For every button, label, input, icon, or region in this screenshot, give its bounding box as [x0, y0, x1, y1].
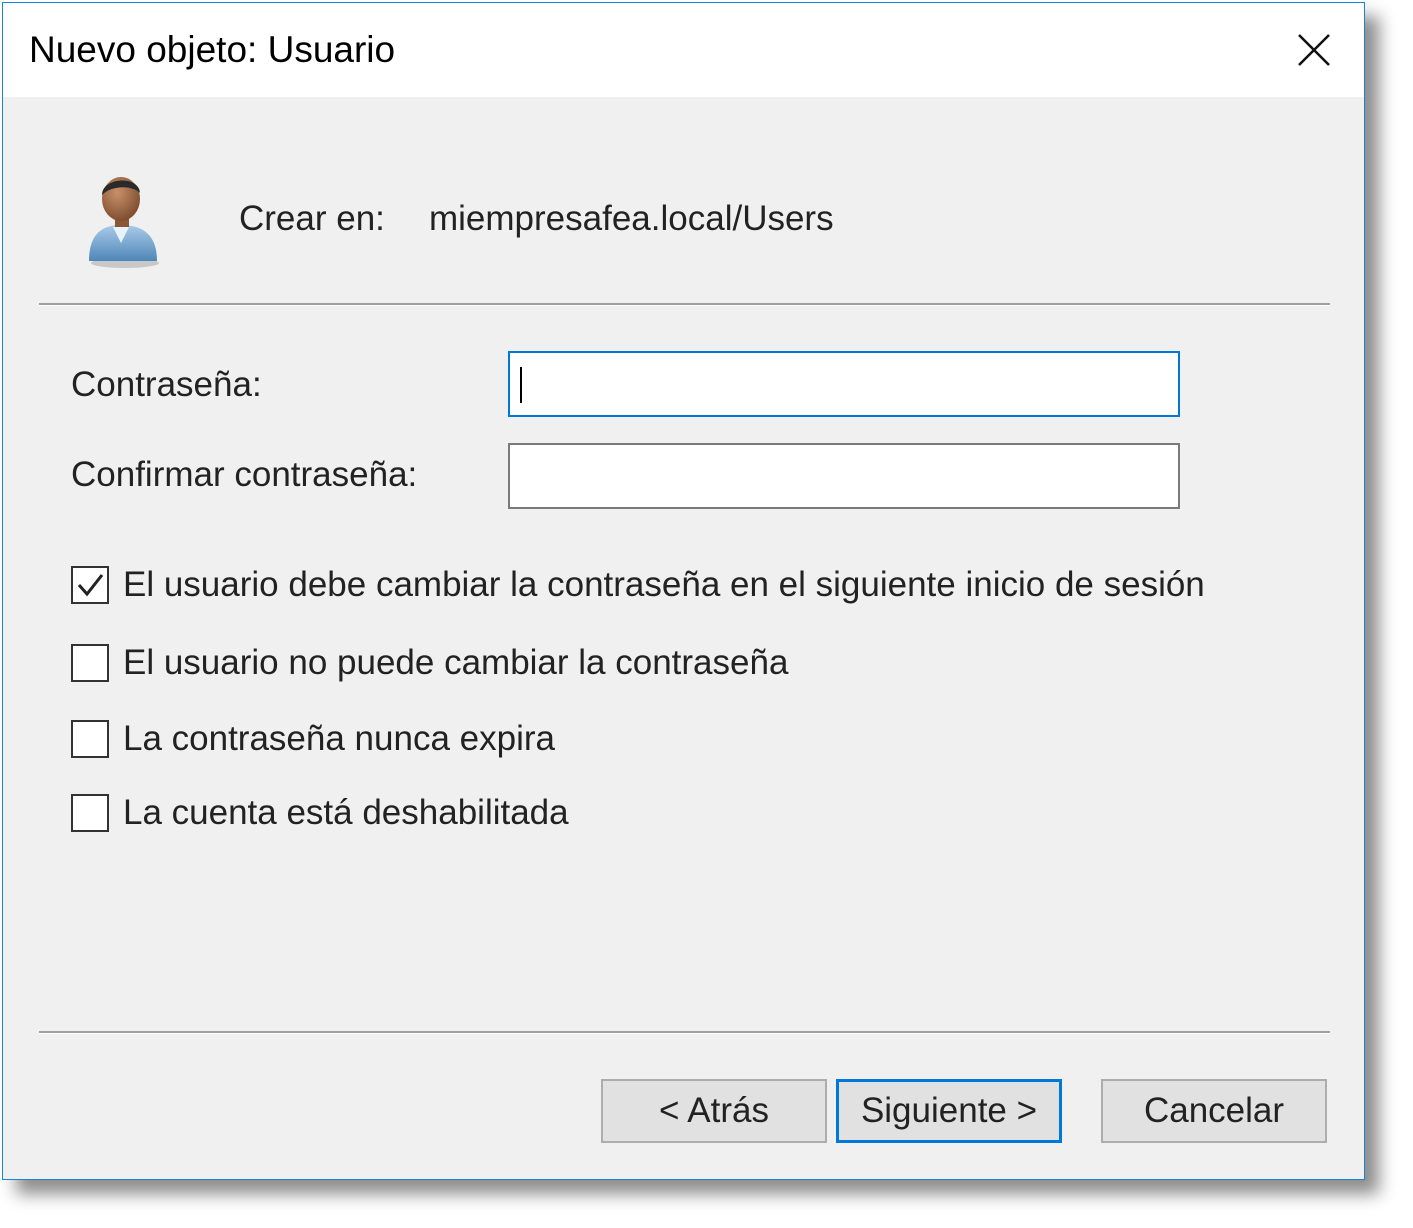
- new-user-dialog: Nuevo objeto: Usuario Crear en: miempres…: [2, 2, 1365, 1180]
- title-bar[interactable]: Nuevo objeto: Usuario: [3, 3, 1364, 97]
- must-change-password-checkbox[interactable]: [71, 566, 109, 604]
- create-in-label: Crear en:: [239, 199, 385, 238]
- dialog-title: Nuevo objeto: Usuario: [29, 29, 396, 70]
- footer-separator: [39, 1031, 1330, 1034]
- confirm-password-label: Confirmar contraseña:: [71, 455, 418, 494]
- password-never-expires-checkbox[interactable]: [71, 720, 109, 758]
- cancel-button[interactable]: Cancelar: [1101, 1079, 1327, 1143]
- password-field[interactable]: [508, 351, 1180, 417]
- close-button[interactable]: [1264, 3, 1364, 97]
- user-icon: [89, 177, 159, 268]
- account-disabled-label: La cuenta está deshabilitada: [123, 793, 569, 832]
- check-icon: [77, 574, 104, 597]
- password-label: Contraseña:: [71, 365, 262, 404]
- cannot-change-password-label: El usuario no puede cambiar la contraseñ…: [123, 643, 789, 682]
- text-caret: [520, 367, 522, 403]
- option-must-change-password[interactable]: El usuario debe cambiar la contraseña en…: [71, 565, 1205, 605]
- option-password-never-expires[interactable]: La contraseña nunca expira: [71, 719, 555, 759]
- create-location-header: Crear en: miempresafea.local/Users: [3, 97, 1364, 307]
- must-change-password-label: El usuario debe cambiar la contraseña en…: [123, 565, 1205, 604]
- option-account-disabled[interactable]: La cuenta está deshabilitada: [71, 793, 569, 833]
- account-disabled-checkbox[interactable]: [71, 794, 109, 832]
- confirm-password-field[interactable]: [508, 443, 1180, 509]
- next-button[interactable]: Siguiente >: [836, 1079, 1062, 1143]
- back-button[interactable]: < Atrás: [601, 1079, 827, 1143]
- create-in-path: miempresafea.local/Users: [429, 199, 834, 238]
- close-icon: [1298, 34, 1330, 66]
- cannot-change-password-checkbox[interactable]: [71, 644, 109, 682]
- password-never-expires-label: La contraseña nunca expira: [123, 719, 555, 758]
- header-separator: [39, 303, 1330, 306]
- option-cannot-change-password[interactable]: El usuario no puede cambiar la contraseñ…: [71, 643, 788, 683]
